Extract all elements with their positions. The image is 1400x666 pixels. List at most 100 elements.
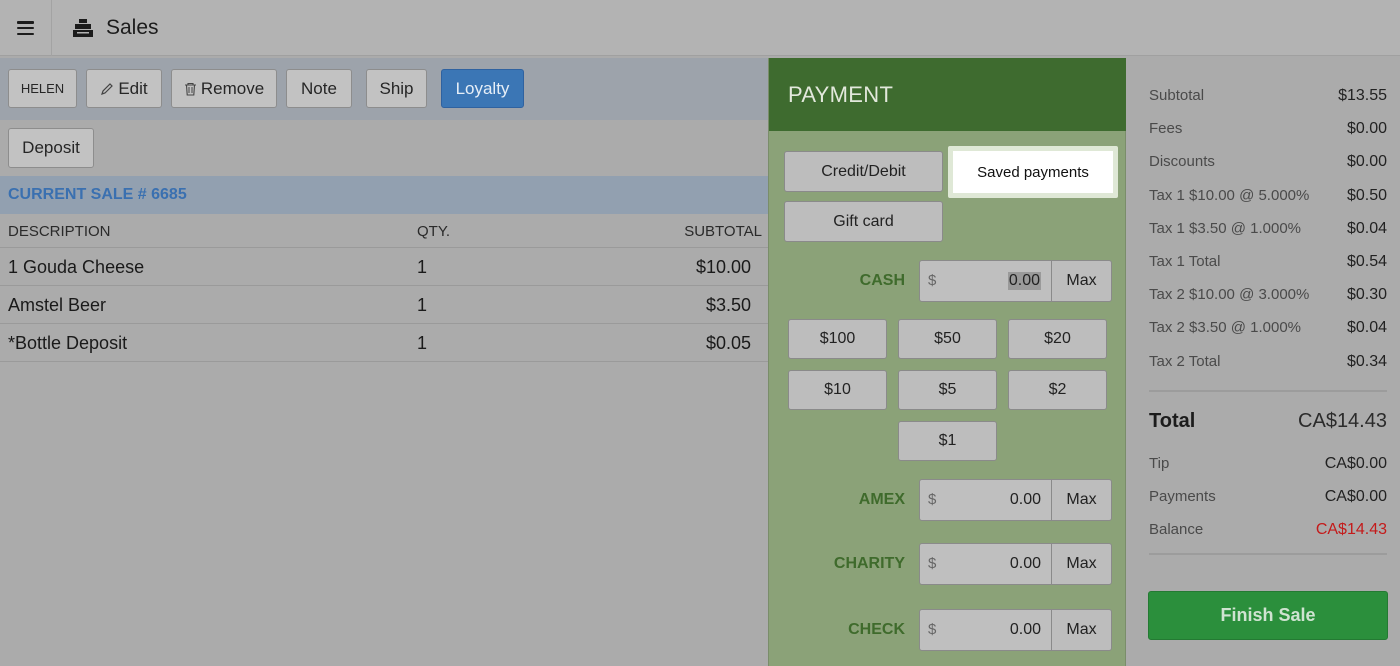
summary-line-subtotal: Subtotal $13.55 xyxy=(1149,87,1387,104)
max-label: Max xyxy=(1066,621,1097,638)
saved-payments-button[interactable]: Saved payments xyxy=(948,146,1118,198)
quick-cash-label: $10 xyxy=(824,381,851,398)
quick-cash-label: $20 xyxy=(1044,330,1071,347)
summary-label: Tax 2 $10.00 @ 3.000% xyxy=(1149,286,1310,303)
summary-line-tax: Tax 2 $3.50 @ 1.000% $0.04 xyxy=(1149,319,1387,336)
quick-cash-1-button[interactable]: $1 xyxy=(898,421,997,461)
summary-panel: Subtotal $13.55 Fees $0.00 Discounts $0.… xyxy=(1126,58,1400,666)
column-qty: QTY. xyxy=(417,223,451,240)
table-row[interactable]: 1 Gouda Cheese 1 $10.00 xyxy=(0,248,768,286)
summary-line-tax-total: Tax 2 Total $0.34 xyxy=(1149,353,1387,370)
summary-label: Tax 1 Total xyxy=(1149,253,1221,270)
summary-label: Subtotal xyxy=(1149,87,1205,104)
check-input[interactable]: $ 0.00 xyxy=(919,609,1052,651)
remove-button[interactable]: Remove xyxy=(171,69,277,108)
credit-debit-button[interactable]: Credit/Debit xyxy=(784,151,943,192)
summary-divider xyxy=(1149,390,1387,392)
finish-sale-button[interactable]: Finish Sale xyxy=(1148,591,1388,640)
amex-input[interactable]: $ 0.00 xyxy=(919,479,1052,521)
charity-input[interactable]: $ 0.00 xyxy=(919,543,1052,585)
cash-amount: 0.00 xyxy=(1007,272,1041,290)
ship-label: Ship xyxy=(379,78,414,98)
currency-symbol: $ xyxy=(928,555,937,572)
page-title: Sales xyxy=(106,16,159,39)
gift-card-label: Gift card xyxy=(833,212,894,230)
quick-cash-50-button[interactable]: $50 xyxy=(898,319,997,359)
check-label: CHECK xyxy=(848,621,905,638)
note-button[interactable]: Note xyxy=(286,69,352,108)
customer-button[interactable]: HELEN xyxy=(8,69,77,108)
summary-value: $13.55 xyxy=(1338,87,1387,104)
quick-cash-label: $5 xyxy=(938,381,957,398)
table-row[interactable]: *Bottle Deposit 1 $0.05 xyxy=(0,324,768,362)
quick-cash-100-button[interactable]: $100 xyxy=(788,319,887,359)
summary-line-discounts: Discounts $0.00 xyxy=(1149,153,1387,170)
item-subtotal: $10.00 xyxy=(695,257,751,277)
check-amount: 0.00 xyxy=(1009,621,1041,638)
quick-cash-5-button[interactable]: $5 xyxy=(898,370,997,410)
check-max-button[interactable]: Max xyxy=(1051,609,1112,651)
item-qty: 1 xyxy=(417,333,428,353)
summary-value: $0.00 xyxy=(1346,153,1387,170)
summary-line-tax: Tax 1 $10.00 @ 5.000% $0.50 xyxy=(1149,187,1387,204)
summary-value: $0.54 xyxy=(1346,253,1387,270)
currency-symbol: $ xyxy=(928,491,937,508)
amex-amount: 0.00 xyxy=(1009,491,1041,508)
summary-value: CA$0.00 xyxy=(1324,488,1387,505)
edit-label: Edit xyxy=(118,78,148,98)
summary-label: Discounts xyxy=(1149,153,1215,170)
summary-label: Tip xyxy=(1149,455,1170,472)
loyalty-button[interactable]: Loyalty xyxy=(441,69,524,108)
payment-panel: PAYMENT Credit/Debit Saved payments Gift… xyxy=(768,58,1127,666)
cash-max-button[interactable]: Max xyxy=(1051,260,1112,302)
item-subtotal: $3.50 xyxy=(705,295,751,315)
summary-line-tax: Tax 1 $3.50 @ 1.000% $0.04 xyxy=(1149,220,1387,237)
summary-line-payments: Payments CA$0.00 xyxy=(1149,488,1387,505)
cash-input[interactable]: $ 0.00 xyxy=(919,260,1052,302)
charity-amount: 0.00 xyxy=(1009,555,1041,572)
deposit-button[interactable]: Deposit xyxy=(8,128,94,168)
quick-cash-2-button[interactable]: $2 xyxy=(1008,370,1107,410)
summary-line-tax: Tax 2 $10.00 @ 3.000% $0.30 xyxy=(1149,286,1387,303)
cash-label: CASH xyxy=(859,272,905,289)
sale-panel: HELEN Edit Remove Note Ship Loyalty Depo… xyxy=(0,58,768,666)
summary-label: Tax 2 Total xyxy=(1149,353,1221,370)
charity-max-button[interactable]: Max xyxy=(1051,543,1112,585)
summary-label: Tax 1 $10.00 @ 5.000% xyxy=(1149,187,1310,204)
item-subtotal: $0.05 xyxy=(705,333,751,353)
item-description: 1 Gouda Cheese xyxy=(8,257,145,277)
currency-symbol: $ xyxy=(928,621,937,638)
charity-label: CHARITY xyxy=(833,555,905,572)
summary-line-tip: Tip CA$0.00 xyxy=(1149,455,1387,472)
saved-payments-label: Saved payments xyxy=(977,163,1089,181)
trash-icon xyxy=(184,82,196,96)
amex-max-button[interactable]: Max xyxy=(1051,479,1112,521)
item-qty: 1 xyxy=(417,257,428,277)
table-row[interactable]: Amstel Beer 1 $3.50 xyxy=(0,286,768,324)
currency-symbol: $ xyxy=(928,272,937,289)
app-title: Sales xyxy=(72,0,159,56)
summary-value: $0.30 xyxy=(1346,286,1387,303)
quick-cash-label: $2 xyxy=(1048,381,1067,398)
current-sale-header: CURRENT SALE # 6685 xyxy=(0,176,768,214)
ship-button[interactable]: Ship xyxy=(366,69,427,108)
deposit-row: Deposit xyxy=(0,120,768,176)
hamburger-menu-icon[interactable] xyxy=(0,0,52,56)
deposit-label: Deposit xyxy=(22,138,80,157)
summary-value: $0.04 xyxy=(1346,319,1387,336)
gift-card-button[interactable]: Gift card xyxy=(784,201,943,242)
quick-cash-10-button[interactable]: $10 xyxy=(788,370,887,410)
summary-label: Tax 2 $3.50 @ 1.000% xyxy=(1149,319,1301,336)
column-description: DESCRIPTION xyxy=(8,223,111,240)
sale-table-header: DESCRIPTION QTY. SUBTOTAL xyxy=(0,214,768,248)
summary-label: Payments xyxy=(1149,488,1216,505)
total-label: Total xyxy=(1149,410,1196,432)
column-subtotal: SUBTOTAL xyxy=(684,223,762,240)
edit-button[interactable]: Edit xyxy=(86,69,162,108)
summary-label: Balance xyxy=(1149,521,1204,538)
summary-value: $0.00 xyxy=(1346,120,1387,137)
quick-cash-20-button[interactable]: $20 xyxy=(1008,319,1107,359)
max-label: Max xyxy=(1066,555,1097,572)
summary-value: $0.50 xyxy=(1346,187,1387,204)
loyalty-label: Loyalty xyxy=(455,78,510,98)
